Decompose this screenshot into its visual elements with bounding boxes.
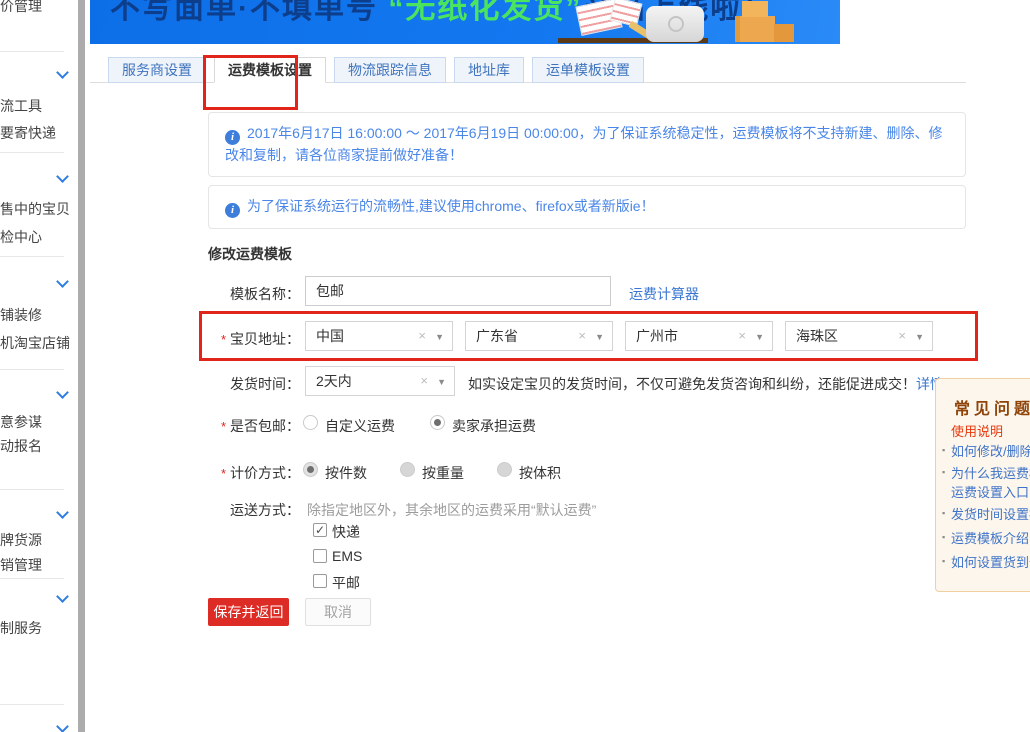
settings-tabs: 服务商设置 运费模板设置 物流跟踪信息 地址库 运单模板设置	[108, 57, 644, 83]
faq-title: 常见问题	[954, 395, 1030, 419]
bullet-icon: ▪	[942, 467, 945, 477]
faq-link-why-template[interactable]: 为什么我运费模	[951, 463, 1030, 482]
sidebar-item-partial-top[interactable]: 价管理	[0, 0, 42, 16]
chevron-down-icon[interactable]	[56, 275, 69, 288]
chevron-down-icon[interactable]	[56, 66, 69, 79]
bullet-icon: ▪	[942, 445, 945, 455]
delivery-time-hint: 如实设定宝贝的发货时间，不仅可避免发货咨询和纠纷，还能促进成交！详情	[468, 374, 944, 394]
sidebar-item-send-express[interactable]: 要寄快递	[0, 123, 56, 143]
sidebar-divider	[0, 256, 64, 257]
radio-by-piece-label: 按件数	[325, 463, 367, 483]
faq-link-modify-delete[interactable]: 如何修改/删除	[951, 441, 1030, 460]
tab-address-library[interactable]: 地址库	[454, 57, 524, 83]
chevron-down-icon[interactable]	[56, 386, 69, 399]
annotation-box-address-row	[199, 311, 978, 361]
tab-service-provider[interactable]: 服务商设置	[108, 57, 206, 83]
cancel-button[interactable]: 取消	[305, 598, 371, 626]
system-maintenance-notice: i2017年6月17日 16:00:00 ～ 2017年6月19日 00:00:…	[208, 112, 966, 177]
sidebar-item-items-on-sale[interactable]: 售中的宝贝	[0, 199, 70, 219]
parcel-boxes-icon	[774, 24, 794, 42]
chevron-down-icon[interactable]	[56, 506, 69, 519]
freight-calculator-link[interactable]: 运费计算器	[629, 284, 699, 304]
radio-by-piece[interactable]	[303, 462, 318, 477]
checkbox-surface-mail-label: 平邮	[332, 573, 360, 593]
sidebar-item-check-center[interactable]: 检中心	[0, 227, 42, 247]
chevron-down-icon[interactable]	[56, 590, 69, 603]
required-asterisk: *	[221, 419, 226, 434]
faq-link-freight-entry[interactable]: 运费设置入口	[951, 482, 1029, 501]
parcel-boxes-icon	[742, 1, 768, 17]
clear-icon[interactable]: ×	[420, 367, 428, 395]
radio-by-weight-label: 按重量	[422, 463, 464, 483]
radio-by-weight[interactable]	[400, 462, 415, 477]
template-name-label: 模板名称：	[168, 284, 300, 304]
sidebar-item-mobile-shop[interactable]: 机淘宝店铺	[0, 333, 70, 353]
sidebar-item-shop-decorate[interactable]: 铺装修	[0, 305, 42, 325]
sidebar-divider	[0, 578, 64, 579]
bullet-icon: ▪	[942, 556, 945, 566]
checkbox-ems[interactable]	[313, 549, 327, 563]
tab-logistics-tracking[interactable]: 物流跟踪信息	[334, 57, 446, 83]
delivery-time-label: 发货时间：	[168, 374, 300, 394]
info-icon: i	[225, 130, 240, 145]
sidebar-divider	[0, 489, 64, 490]
sidebar-scrollbar[interactable]	[78, 0, 85, 732]
pricing-method-label: *计价方式：	[168, 463, 300, 483]
sidebar-divider	[0, 51, 64, 52]
page-title: 修改运费模板	[208, 244, 292, 264]
sidebar-item-logistics-tools[interactable]: 流工具	[0, 96, 42, 116]
sidebar-item-business-advisor[interactable]: 意参谋	[0, 412, 42, 432]
free-shipping-label: *是否包邮：	[168, 416, 300, 436]
sidebar-divider	[0, 704, 64, 705]
shipping-method-hint: 除指定地区外，其余地区的运费采用“默认运费”	[307, 500, 596, 520]
required-asterisk: *	[221, 466, 226, 481]
shipping-template-settings-page: 价管理 流工具 要寄快递 售中的宝贝 检中心 铺装修 机淘宝店铺 意参谋 动报名…	[0, 0, 1030, 732]
faq-link-cod-setting[interactable]: 如何设置货到付	[951, 552, 1030, 571]
radio-custom-freight-label: 自定义运费	[325, 416, 395, 436]
radio-by-volume[interactable]	[497, 462, 512, 477]
sidebar-item-brand-supply[interactable]: 牌货源	[0, 530, 42, 550]
template-name-input[interactable]	[305, 276, 611, 306]
browser-recommendation-notice: i为了保证系统运行的流畅性,建议使用chrome、firefox或者新版ie！	[208, 185, 966, 229]
info-icon: i	[225, 203, 240, 218]
annotation-box-active-tab	[203, 55, 298, 110]
save-and-return-button[interactable]: 保存并返回	[208, 598, 289, 626]
radio-by-volume-label: 按体积	[519, 463, 561, 483]
chevron-down-icon[interactable]: ▼	[437, 368, 446, 396]
sidebar: 价管理 流工具 要寄快递 售中的宝贝 检中心 铺装修 机淘宝店铺 意参谋 动报名…	[0, 0, 77, 732]
checkbox-express[interactable]: ✓	[313, 523, 327, 537]
sidebar-divider	[0, 152, 64, 153]
sidebar-item-distribution[interactable]: 销管理	[0, 555, 42, 575]
chevron-down-icon[interactable]	[56, 170, 69, 183]
printer-icon	[646, 6, 704, 42]
parcel-boxes-icon	[735, 16, 775, 42]
chevron-down-icon[interactable]	[56, 720, 69, 732]
shipping-method-label: 运送方式：	[168, 500, 300, 520]
radio-seller-pays-freight-label: 卖家承担运费	[452, 416, 536, 436]
sidebar-item-custom-service[interactable]: 制服务	[0, 618, 42, 638]
radio-seller-pays-freight[interactable]	[430, 415, 445, 430]
faq-usage-link[interactable]: 使用说明	[951, 421, 1003, 440]
checkbox-express-label: 快递	[332, 522, 360, 542]
faq-link-template-intro[interactable]: 运费模板介绍	[951, 528, 1029, 547]
checkbox-ems-label: EMS	[332, 548, 362, 564]
checkbox-surface-mail[interactable]	[313, 574, 327, 588]
faq-panel: 常见问题 使用说明 ▪ 如何修改/删除 ▪ 为什么我运费模 运费设置入口 ▪ 发…	[935, 378, 1030, 592]
delivery-time-select[interactable]: 2天内 × ▼	[305, 366, 455, 396]
sidebar-divider	[0, 369, 64, 370]
faq-link-delivery-time-setting[interactable]: 发货时间设置按	[951, 504, 1030, 523]
bullet-icon: ▪	[942, 508, 945, 518]
sidebar-item-activity-signup[interactable]: 动报名	[0, 436, 42, 456]
radio-custom-freight[interactable]	[303, 415, 318, 430]
bullet-icon: ▪	[942, 532, 945, 542]
promo-banner[interactable]: 不写面单·不填单号 “无纸化发货”产品上线啦！	[90, 0, 840, 44]
tab-waybill-template[interactable]: 运单模板设置	[532, 57, 644, 83]
